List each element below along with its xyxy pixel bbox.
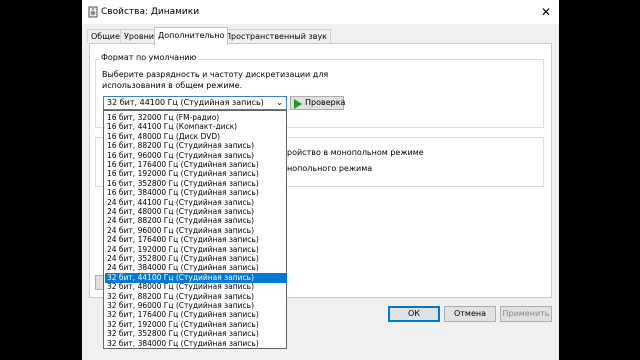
dropdown-option[interactable]: 32 бит, 384000 Гц (Студийная запись) (105, 339, 287, 349)
cancel-button[interactable]: Отмена (444, 306, 496, 322)
apply-button-label: Применить (502, 309, 550, 318)
tab-advanced[interactable]: Дополнительно (154, 27, 229, 45)
tab-label: Пространственный звук (225, 32, 328, 41)
test-button-label: Проверка (305, 98, 346, 107)
title-bar[interactable]: Свойства: Динамики ✕ (82, 0, 559, 24)
tab-label: Дополнительно (158, 31, 225, 40)
play-icon (294, 99, 302, 109)
close-icon: ✕ (540, 5, 552, 19)
tab-label: Уровни (124, 32, 154, 41)
exclusive-control-option[interactable]: ройство в монопольном режиме (287, 148, 424, 157)
group-title: Формат по умолчанию (99, 53, 199, 62)
tab-levels[interactable]: Уровни (120, 29, 158, 43)
ok-button-label: ОК (408, 309, 420, 318)
test-button[interactable]: Проверка (290, 96, 346, 110)
description-line: Выберите разрядность и частоту дискретиз… (102, 70, 329, 79)
cancel-button-label: Отмена (453, 309, 487, 318)
format-dropdown-list[interactable]: 16 бит, 32000 Гц (FM-радио) 16 бит, 44100… (103, 110, 287, 349)
window-title: Свойства: Динамики (101, 7, 200, 17)
apply-button[interactable]: Применить (500, 306, 552, 322)
chevron-down-icon: ⌄ (276, 98, 283, 107)
tab-label: Общие (91, 32, 120, 41)
properties-dialog: Свойства: Динамики ✕ Общие Уровни Дополн… (82, 0, 559, 360)
format-select-value: 32 бит, 44100 Гц (Студийная запись) (107, 98, 264, 107)
tab-strip: Общие Уровни Дополнительно Пространствен… (82, 24, 559, 45)
close-button[interactable]: ✕ (537, 3, 555, 21)
format-select[interactable]: 32 бит, 44100 Гц (Студийная запись) ⌄ (103, 96, 287, 110)
exclusive-priority-option[interactable]: нопольного режима (287, 164, 372, 173)
speaker-icon (88, 6, 98, 18)
format-description: Выберите разрядность и частоту дискретиз… (102, 69, 362, 91)
description-line: использования в общем режиме. (102, 81, 243, 90)
ok-button[interactable]: ОК (388, 306, 440, 322)
tab-general[interactable]: Общие (87, 29, 124, 43)
tab-spatial-sound[interactable]: Пространственный звук (221, 29, 332, 43)
